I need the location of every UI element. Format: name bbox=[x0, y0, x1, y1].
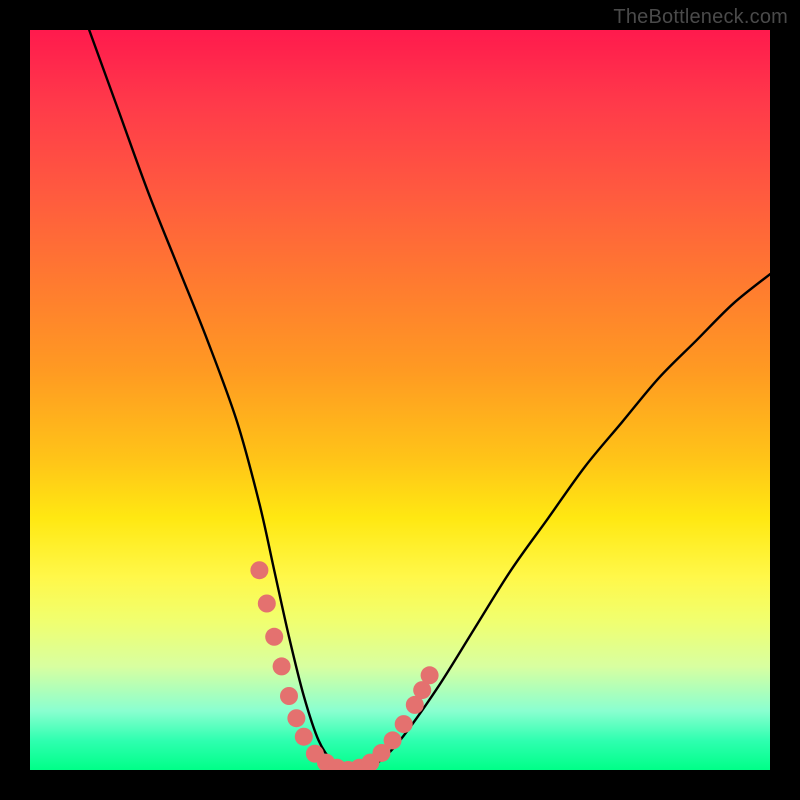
attribution-text: TheBottleneck.com bbox=[613, 6, 788, 29]
trough-marker bbox=[280, 687, 298, 705]
trough-marker bbox=[295, 728, 313, 746]
trough-marker bbox=[265, 628, 283, 646]
plot-area bbox=[30, 30, 770, 770]
curve-svg bbox=[30, 30, 770, 770]
trough-marker bbox=[250, 561, 268, 579]
trough-marker bbox=[258, 595, 276, 613]
trough-marker bbox=[421, 666, 439, 684]
chart-stage: TheBottleneck.com bbox=[0, 0, 800, 800]
bottleneck-curve bbox=[89, 30, 770, 770]
trough-marker bbox=[395, 715, 413, 733]
trough-marker bbox=[273, 657, 291, 675]
trough-marker bbox=[384, 731, 402, 749]
trough-marker bbox=[287, 709, 305, 727]
